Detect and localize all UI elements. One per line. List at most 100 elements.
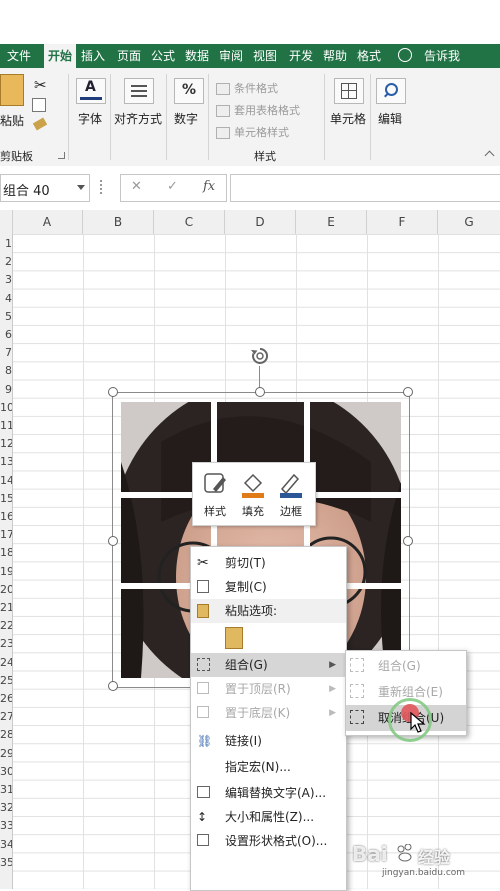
row-header[interactable]: 11 — [0, 419, 12, 437]
name-box[interactable]: 组合 40 — [0, 174, 90, 202]
tab-view[interactable]: 视图 — [250, 44, 280, 68]
column-header[interactable]: G — [438, 210, 500, 234]
row-header[interactable]: 25 — [0, 674, 12, 692]
edit-button[interactable]: 编辑 — [378, 110, 402, 127]
row-header[interactable]: 8 — [0, 364, 12, 382]
menu-item-size-properties[interactable]: ↕ 大小和属性(Z)... — [191, 805, 346, 829]
menu-item-bring-to-front[interactable]: 置于顶层(R) ▶ — [191, 677, 346, 701]
menu-item-link[interactable]: ⛓ 链接(I) — [191, 729, 346, 753]
shape-outline-button[interactable]: 边框 — [273, 469, 309, 521]
row-header[interactable]: 35 — [0, 856, 12, 874]
row-header[interactable]: 1 — [0, 237, 12, 255]
menu-item-group[interactable]: 组合(G) ▶ — [191, 653, 346, 677]
menu-item-cut[interactable]: ✂ 剪切(T) — [191, 551, 346, 575]
menu-item-send-to-back[interactable]: 置于底层(K) ▶ — [191, 701, 346, 725]
paste-button[interactable]: 粘贴 — [0, 112, 24, 129]
row-header[interactable]: 4 — [0, 292, 12, 310]
row-header[interactable]: 16 — [0, 510, 12, 528]
row-header[interactable]: 32 — [0, 801, 12, 819]
paste-icon[interactable] — [0, 74, 24, 106]
column-header[interactable]: E — [296, 210, 367, 234]
row-header[interactable]: 27 — [0, 710, 12, 728]
row-header[interactable]: 22 — [0, 619, 12, 637]
row-header[interactable]: 3 — [0, 273, 12, 291]
row-header[interactable]: 20 — [0, 583, 12, 601]
font-color-icon[interactable]: A — [76, 78, 106, 104]
row-header[interactable]: 7 — [0, 346, 12, 364]
tab-data[interactable]: 数据 — [182, 44, 212, 68]
format-painter-icon[interactable] — [32, 117, 48, 131]
row-header[interactable]: 9 — [0, 383, 12, 401]
row-header[interactable]: 29 — [0, 747, 12, 765]
resize-handle[interactable] — [255, 387, 265, 397]
row-header[interactable]: 26 — [0, 692, 12, 710]
row-header[interactable]: 33 — [0, 819, 12, 837]
row-header[interactable]: 30 — [0, 765, 12, 783]
resize-handle[interactable] — [108, 681, 118, 691]
row-header[interactable]: 13 — [0, 455, 12, 473]
tab-insert[interactable]: 插入 — [78, 44, 108, 68]
cells-icon[interactable] — [334, 78, 364, 104]
submenu-item-group[interactable]: 组合(G) — [346, 653, 466, 679]
paste-option-icon[interactable] — [225, 627, 243, 649]
row-header[interactable]: 21 — [0, 601, 12, 619]
column-header[interactable]: D — [225, 210, 296, 234]
row-header[interactable]: 19 — [0, 565, 12, 583]
resize-handle[interactable] — [403, 387, 413, 397]
row-header[interactable]: 34 — [0, 838, 12, 856]
cancel-icon[interactable]: ✕ — [131, 179, 142, 194]
scissors-icon[interactable]: ✂ — [34, 76, 47, 94]
row-header[interactable]: 12 — [0, 437, 12, 455]
menu-item-copy[interactable]: 复制(C) — [191, 575, 346, 599]
column-header[interactable]: B — [83, 210, 154, 234]
dialog-launcher-icon[interactable] — [58, 152, 65, 159]
tab-tell-me[interactable]: 告诉我 — [420, 44, 464, 68]
tab-file[interactable]: 文件 — [0, 44, 38, 68]
row-header[interactable]: 17 — [0, 528, 12, 546]
row-header[interactable]: 2 — [0, 255, 12, 273]
resize-handle[interactable] — [403, 536, 413, 546]
enter-icon[interactable]: ✓ — [167, 179, 178, 194]
row-header[interactable]: 10 — [0, 401, 12, 419]
menu-item-assign-macro[interactable]: 指定宏(N)... — [191, 755, 346, 779]
chevron-down-icon[interactable] — [77, 185, 85, 190]
alignment-button[interactable]: 对齐方式 — [114, 110, 162, 127]
percent-icon[interactable]: % — [174, 78, 204, 104]
resize-handle[interactable] — [108, 536, 118, 546]
row-header[interactable]: 5 — [0, 310, 12, 328]
column-header[interactable]: A — [12, 210, 83, 234]
resize-handle[interactable] — [108, 387, 118, 397]
cell-style-item[interactable]: 单元格样式 — [216, 124, 289, 140]
row-header[interactable]: 24 — [0, 656, 12, 674]
number-button[interactable]: 数字 — [174, 110, 198, 127]
row-header[interactable]: 31 — [0, 783, 12, 801]
tab-home[interactable]: 开始 — [44, 44, 76, 68]
font-button[interactable]: 字体 — [78, 110, 102, 127]
fx-icon[interactable]: fx — [203, 179, 215, 194]
collapse-ribbon-icon[interactable] — [484, 150, 495, 161]
tab-developer[interactable]: 开发 — [284, 44, 318, 68]
shape-fill-button[interactable]: 填充 — [235, 469, 271, 521]
cells-button[interactable]: 单元格 — [330, 110, 366, 127]
row-header[interactable]: 28 — [0, 728, 12, 746]
row-header[interactable]: 6 — [0, 328, 12, 346]
menu-item-format-shape[interactable]: 设置形状格式(O)... — [191, 829, 346, 853]
tab-format[interactable]: 格式 — [354, 44, 384, 68]
copy-icon[interactable] — [32, 98, 46, 112]
search-icon[interactable] — [376, 78, 406, 104]
shape-style-button[interactable]: 样式 — [197, 469, 233, 521]
resize-handle[interactable] — [100, 180, 104, 194]
formula-input[interactable] — [230, 174, 500, 202]
tab-review[interactable]: 审阅 — [216, 44, 246, 68]
column-header[interactable]: F — [367, 210, 438, 234]
table-format-item[interactable]: 套用表格格式 — [216, 102, 300, 118]
row-header[interactable]: 14 — [0, 474, 12, 492]
conditional-format-item[interactable]: 条件格式 — [216, 80, 278, 96]
column-header[interactable]: C — [154, 210, 225, 234]
align-icon[interactable] — [124, 78, 154, 104]
row-header[interactable]: 23 — [0, 637, 12, 655]
tab-formulas[interactable]: 公式 — [148, 44, 178, 68]
row-header[interactable]: 18 — [0, 546, 12, 564]
row-header[interactable]: 15 — [0, 492, 12, 510]
menu-item-alt-text[interactable]: 编辑替换文字(A)... — [191, 781, 346, 805]
